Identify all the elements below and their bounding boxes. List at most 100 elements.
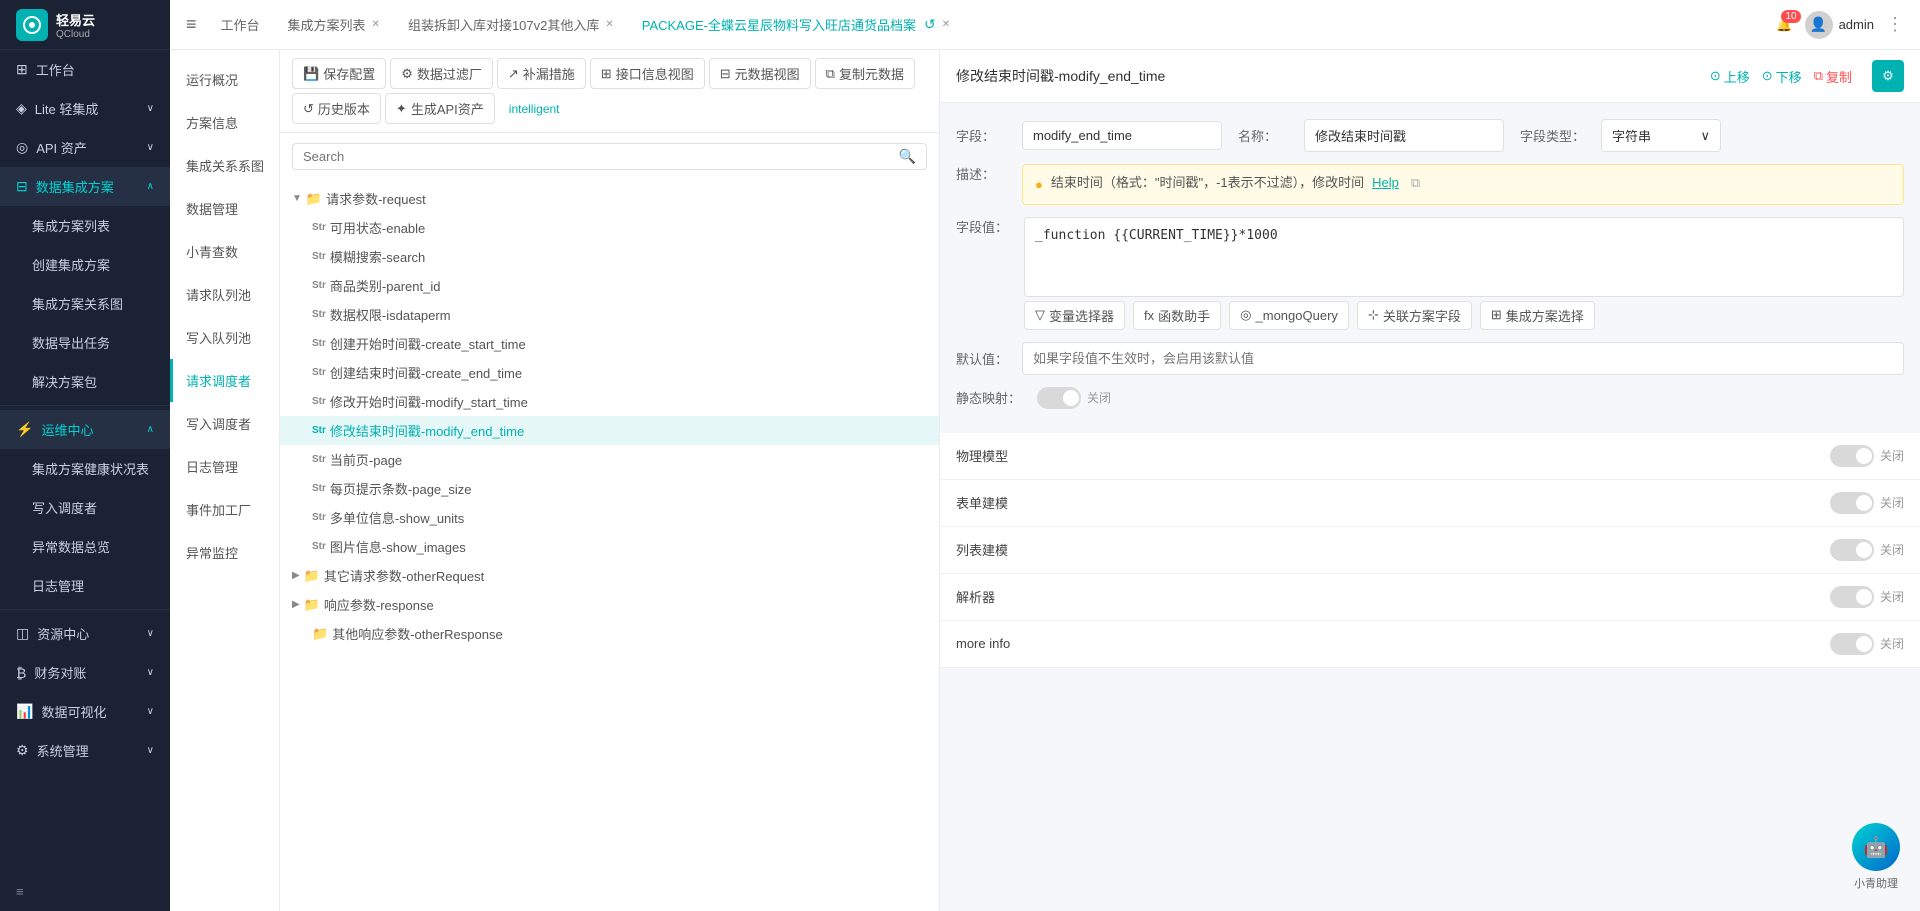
type-select[interactable]: 字符串 ∨ bbox=[1601, 119, 1721, 152]
close-solution-list-tab[interactable]: ✕ bbox=[372, 19, 380, 30]
tree-node-page[interactable]: Str 当前页-page bbox=[280, 445, 939, 474]
intelligent-btn[interactable]: intelligent bbox=[499, 97, 570, 121]
help-link[interactable]: Help bbox=[1372, 173, 1399, 194]
notification-btn[interactable]: 🔔 10 bbox=[1776, 16, 1792, 34]
tree-node-modify-end[interactable]: Str 修改结束时间戳-modify_end_time bbox=[280, 416, 939, 445]
tree-node-isdataperm[interactable]: Str 数据权限-isdataperm bbox=[280, 300, 939, 329]
left-nav-integration-map[interactable]: 集成关系系图 bbox=[170, 144, 279, 187]
left-nav-log-mgmt[interactable]: 日志管理 bbox=[170, 445, 279, 488]
tree-node-other-response[interactable]: 📁 其他响应参数-otherResponse bbox=[280, 619, 939, 648]
left-nav-anomaly-monitor[interactable]: 异常监控 bbox=[170, 531, 279, 574]
sidebar-item-ops[interactable]: ⚡ 运维中心 ∧ bbox=[0, 410, 170, 449]
sidebar-item-finance[interactable]: ₿ 财务对账 ∨ bbox=[0, 653, 170, 692]
sidebar-item-lite[interactable]: ◈ Lite 轻集成 ∨ bbox=[0, 89, 170, 128]
tree-node-parent-id[interactable]: Str 商品类别-parent_id bbox=[280, 271, 939, 300]
form-build-switch[interactable] bbox=[1830, 492, 1874, 514]
list-build-switch[interactable] bbox=[1830, 539, 1874, 561]
chevron-down-icon[interactable]: ▼ bbox=[292, 193, 302, 204]
chevron-right-icon[interactable]: ▶ bbox=[292, 599, 300, 610]
name-value[interactable]: 修改结束时间戳 bbox=[1304, 119, 1504, 152]
tree-node-show-images[interactable]: Str 图片信息-show_images bbox=[280, 532, 939, 561]
tree-node-create-end[interactable]: Str 创建结束时间戳-create_end_time bbox=[280, 358, 939, 387]
sidebar-item-log[interactable]: 日志管理 bbox=[0, 566, 170, 605]
up-action[interactable]: ⊙ 上移 bbox=[1710, 67, 1750, 86]
physical-model-switch[interactable] bbox=[1830, 445, 1874, 467]
sidebar-item-solution-package[interactable]: 解决方案包 bbox=[0, 362, 170, 401]
chevron-right-icon[interactable]: ▶ bbox=[292, 570, 300, 581]
assistant-avatar[interactable]: 🤖 bbox=[1852, 823, 1900, 871]
search-input[interactable] bbox=[303, 149, 899, 164]
sidebar-item-dataviz[interactable]: 📊 数据可视化 ∨ bbox=[0, 692, 170, 731]
left-nav-request-debugger[interactable]: 请求调度者 bbox=[170, 359, 279, 402]
more-options-btn[interactable]: ⋮ bbox=[1886, 14, 1904, 35]
down-action[interactable]: ⊙ 下移 bbox=[1762, 67, 1802, 86]
sidebar-item-solution-list[interactable]: 集成方案列表 bbox=[0, 206, 170, 245]
app-logo[interactable]: 轻易云 QCloud bbox=[0, 0, 170, 50]
sidebar-item-solution-relations[interactable]: 集成方案关系图 bbox=[0, 284, 170, 323]
left-nav-write-queue[interactable]: 写入队列池 bbox=[170, 316, 279, 359]
solution-select-btn[interactable]: ⊞ 集成方案选择 bbox=[1480, 301, 1595, 330]
default-input[interactable] bbox=[1022, 342, 1904, 375]
sidebar-item-solution-health[interactable]: 集成方案健康状况表 bbox=[0, 449, 170, 488]
settings-btn[interactable]: ⚙ bbox=[1872, 60, 1904, 92]
left-nav-data-mgmt[interactable]: 数据管理 bbox=[170, 187, 279, 230]
tree-node-modify-start[interactable]: Str 修改开始时间戳-modify_start_time bbox=[280, 387, 939, 416]
sidebar-item-api[interactable]: ◎ API 资产 ∨ bbox=[0, 128, 170, 167]
tab-package[interactable]: PACKAGE-全蝶云星辰物料写入旺店通货品档案 ↺ ✕ bbox=[630, 11, 962, 38]
tab-solution-list[interactable]: 集成方案列表 ✕ bbox=[276, 11, 392, 38]
history-btn[interactable]: ↺ 历史版本 bbox=[292, 93, 381, 124]
parser-switch[interactable] bbox=[1830, 586, 1874, 608]
tab-unpack[interactable]: 组装拆卸入库对接107v2其他入库 ✕ bbox=[396, 11, 626, 38]
func-helper-btn[interactable]: fx 函数助手 bbox=[1133, 301, 1221, 330]
sidebar-item-data-solution[interactable]: ⊟ 数据集成方案 ∧ bbox=[0, 167, 170, 206]
sidebar-collapse-btn[interactable]: ≡ bbox=[0, 872, 170, 911]
left-nav-xiao-qing[interactable]: 小青查数 bbox=[170, 230, 279, 273]
tree-node-page-size[interactable]: Str 每页提示条数-page_size bbox=[280, 474, 939, 503]
tree-node-create-start[interactable]: Str 创建开始时间戳-create_start_time bbox=[280, 329, 939, 358]
tree-node-response[interactable]: ▶ 📁 响应参数-response bbox=[280, 590, 939, 619]
sidebar-item-anomaly[interactable]: 异常数据总览 bbox=[0, 527, 170, 566]
save-config-btn[interactable]: 💾 保存配置 bbox=[292, 58, 386, 89]
sidebar-item-create-solution[interactable]: 创建集成方案 bbox=[0, 245, 170, 284]
left-nav-plan-info[interactable]: 方案信息 bbox=[170, 101, 279, 144]
left-nav-write-in-debugger[interactable]: 写入调度者 bbox=[170, 402, 279, 445]
type-label: 字段类型： bbox=[1520, 126, 1585, 145]
more-info-value: 关闭 bbox=[1880, 635, 1904, 652]
copy-data-btn[interactable]: ⧉ 复制元数据 bbox=[815, 58, 915, 89]
tab-workspace[interactable]: 工作台 bbox=[209, 11, 272, 38]
code-editor[interactable]: _function {{CURRENT_TIME}}*1000 bbox=[1024, 217, 1904, 297]
meta-data-btn[interactable]: ⊟ 元数据视图 bbox=[709, 58, 811, 89]
interface-info-btn[interactable]: ⊞ 接口信息视图 bbox=[590, 58, 705, 89]
left-nav-event-factory[interactable]: 事件加工厂 bbox=[170, 488, 279, 531]
field-value[interactable]: modify_end_time bbox=[1022, 121, 1222, 150]
more-info-switch[interactable] bbox=[1830, 633, 1874, 655]
mongo-query-btn[interactable]: ◎ _mongoQuery bbox=[1229, 301, 1349, 330]
gen-api-btn[interactable]: ✦ 生成API资产 bbox=[385, 93, 495, 124]
static-map-toggle[interactable] bbox=[1037, 387, 1081, 409]
sidebar-item-data-export[interactable]: 数据导出任务 bbox=[0, 323, 170, 362]
sidebar-item-write-in[interactable]: 写入调度者 bbox=[0, 488, 170, 527]
left-nav-overview[interactable]: 运行概况 bbox=[170, 58, 279, 101]
menu-icon[interactable]: ≡ bbox=[186, 14, 197, 35]
sidebar-item-resource[interactable]: ◫ 资源中心 ∨ bbox=[0, 614, 170, 653]
tree-node-search[interactable]: Str 模糊搜索-search bbox=[280, 242, 939, 271]
meta-icon: ⊟ bbox=[720, 66, 731, 82]
rel-field-btn[interactable]: ⊹ 关联方案字段 bbox=[1357, 301, 1472, 330]
tab-reload-icon[interactable]: ↺ bbox=[924, 16, 936, 33]
close-package-tab[interactable]: ✕ bbox=[942, 19, 950, 30]
tree-node-show-units[interactable]: Str 多单位信息-show_units bbox=[280, 503, 939, 532]
close-unpack-tab[interactable]: ✕ bbox=[605, 19, 613, 30]
copy-action[interactable]: ⧉ 复制 bbox=[1814, 67, 1852, 86]
copy-desc-icon[interactable]: ⧉ bbox=[1411, 173, 1420, 194]
data-filter-btn[interactable]: ⚙ 数据过滤厂 bbox=[390, 58, 493, 89]
sidebar-item-workspace[interactable]: ⊞ 工作台 bbox=[0, 50, 170, 89]
tree-node-other-request[interactable]: ▶ 📁 其它请求参数-otherRequest bbox=[280, 561, 939, 590]
patch-measure-btn[interactable]: ↗ 补漏措施 bbox=[497, 58, 586, 89]
sidebar-item-sysadmin[interactable]: ⚙ 系统管理 ∨ bbox=[0, 731, 170, 770]
user-info[interactable]: 👤 admin bbox=[1805, 11, 1874, 39]
var-selector-btn[interactable]: ▽ 变量选择器 bbox=[1024, 301, 1125, 330]
left-nav-request-queue[interactable]: 请求队列池 bbox=[170, 273, 279, 316]
username: admin bbox=[1839, 17, 1874, 32]
tree-node-enable[interactable]: Str 可用状态-enable bbox=[280, 213, 939, 242]
tree-node-request-params[interactable]: ▼ 📁 请求参数-request bbox=[280, 184, 939, 213]
